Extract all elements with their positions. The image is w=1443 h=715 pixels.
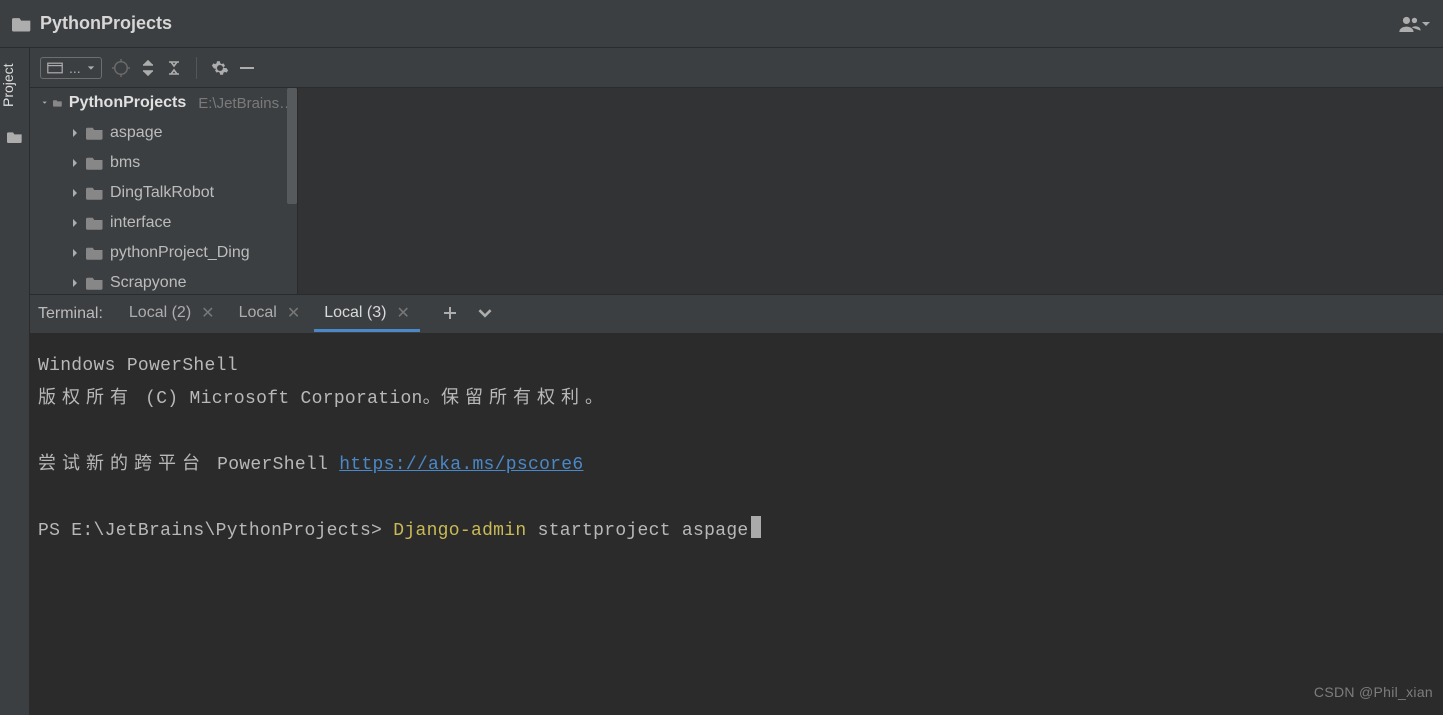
rail-project-tab[interactable]: Project [0, 52, 16, 122]
chevron-right-icon [70, 158, 80, 168]
tree-item[interactable]: Scrapyone [30, 268, 297, 294]
chevron-down-icon [1421, 19, 1431, 29]
rail-folder-icon[interactable] [0, 130, 29, 144]
tree-item[interactable]: interface [30, 208, 297, 238]
gear-icon[interactable] [211, 59, 229, 77]
terminal-title: Terminal: [38, 305, 103, 323]
left-rail: Project [0, 48, 30, 715]
terminal-header: Terminal: Local (2) ✕ Local ✕ Local (3) … [30, 294, 1443, 334]
tree-item-label: DingTalkRobot [110, 184, 214, 202]
folder-icon [53, 96, 63, 110]
chevron-right-icon [70, 278, 80, 288]
folder-icon [86, 216, 104, 230]
folder-icon [86, 186, 104, 200]
folder-icon [86, 126, 104, 140]
project-toolbar: ... [30, 48, 1443, 88]
prompt-args: startproject aspage [527, 521, 749, 541]
tree-item[interactable]: aspage [30, 118, 297, 148]
pscore-link[interactable]: https://aka.ms/pscore6 [339, 455, 583, 475]
terminal-tab-label: Local (3) [324, 304, 386, 322]
editor-area [298, 88, 1443, 294]
window-icon [47, 62, 63, 74]
tree-root[interactable]: PythonProjects E:\JetBrains\PythonProjec… [30, 88, 297, 118]
expand-all-icon[interactable] [140, 60, 156, 76]
titlebar: PythonProjects [0, 0, 1443, 48]
chevron-down-icon [42, 100, 47, 105]
collapse-all-icon[interactable] [166, 60, 182, 76]
tree-root-name: PythonProjects [69, 94, 186, 112]
tree-item-label: bms [110, 154, 140, 172]
scrollbar-thumb[interactable] [287, 88, 297, 204]
chevron-right-icon [70, 218, 80, 228]
breadcrumb[interactable]: PythonProjects [12, 13, 172, 34]
dropdown-button[interactable] [478, 306, 492, 323]
terminal-line: Windows PowerShell [38, 350, 1435, 383]
users-icon [1399, 16, 1421, 32]
tree-item[interactable]: pythonProject_Ding [30, 238, 297, 268]
terminal-body[interactable]: Windows PowerShell 版权所有 (C) Microsoft Co… [30, 334, 1443, 715]
folder-icon [86, 156, 104, 170]
terminal-tab[interactable]: Local ✕ [229, 297, 311, 332]
prompt-path: PS E:\JetBrains\PythonProjects> [38, 521, 393, 541]
prompt-command: Django-admin [393, 521, 526, 541]
breadcrumb-project: PythonProjects [40, 13, 172, 34]
tree-item-label: aspage [110, 124, 163, 142]
minimize-icon[interactable] [239, 60, 255, 76]
view-mode-label: ... [69, 60, 81, 76]
target-icon[interactable] [112, 59, 130, 77]
terminal-line: 版权所有 (C) Microsoft Corporation。保留所有权利。 [38, 383, 1435, 416]
chevron-right-icon [70, 188, 80, 198]
tree-item[interactable]: DingTalkRobot [30, 178, 297, 208]
tree-item-label: Scrapyone [110, 274, 187, 292]
view-mode-select[interactable]: ... [40, 57, 102, 79]
chevron-right-icon [70, 128, 80, 138]
new-tab-button[interactable] [442, 305, 458, 324]
separator [196, 57, 197, 79]
folder-icon [12, 16, 32, 32]
tree-item-label: interface [110, 214, 171, 232]
tree-item-label: pythonProject_Ding [110, 244, 250, 262]
folder-icon [86, 246, 104, 260]
cursor [751, 516, 761, 538]
chevron-down-icon [87, 64, 95, 72]
watermark: CSDN @Phil_xian [1314, 676, 1433, 709]
chevron-right-icon [70, 248, 80, 258]
terminal-prompt-line: PS E:\JetBrains\PythonProjects> Django-a… [38, 515, 1435, 548]
terminal-tab-active[interactable]: Local (3) ✕ [314, 297, 420, 332]
terminal-line: 尝试新的跨平台 PowerShell https://aka.ms/pscore… [38, 449, 1435, 482]
project-tree: PythonProjects E:\JetBrains\PythonProjec… [30, 88, 298, 294]
terminal-tab[interactable]: Local (2) ✕ [119, 297, 225, 332]
folder-icon [86, 276, 104, 290]
close-icon[interactable]: ✕ [396, 303, 409, 323]
terminal-tab-label: Local (2) [129, 304, 191, 322]
tree-item[interactable]: bms [30, 148, 297, 178]
tree-root-path: E:\JetBrains\PythonProjects [198, 95, 297, 112]
terminal-tab-label: Local [239, 304, 277, 322]
user-menu[interactable] [1399, 16, 1431, 32]
close-icon[interactable]: ✕ [201, 303, 214, 323]
close-icon[interactable]: ✕ [287, 303, 300, 323]
